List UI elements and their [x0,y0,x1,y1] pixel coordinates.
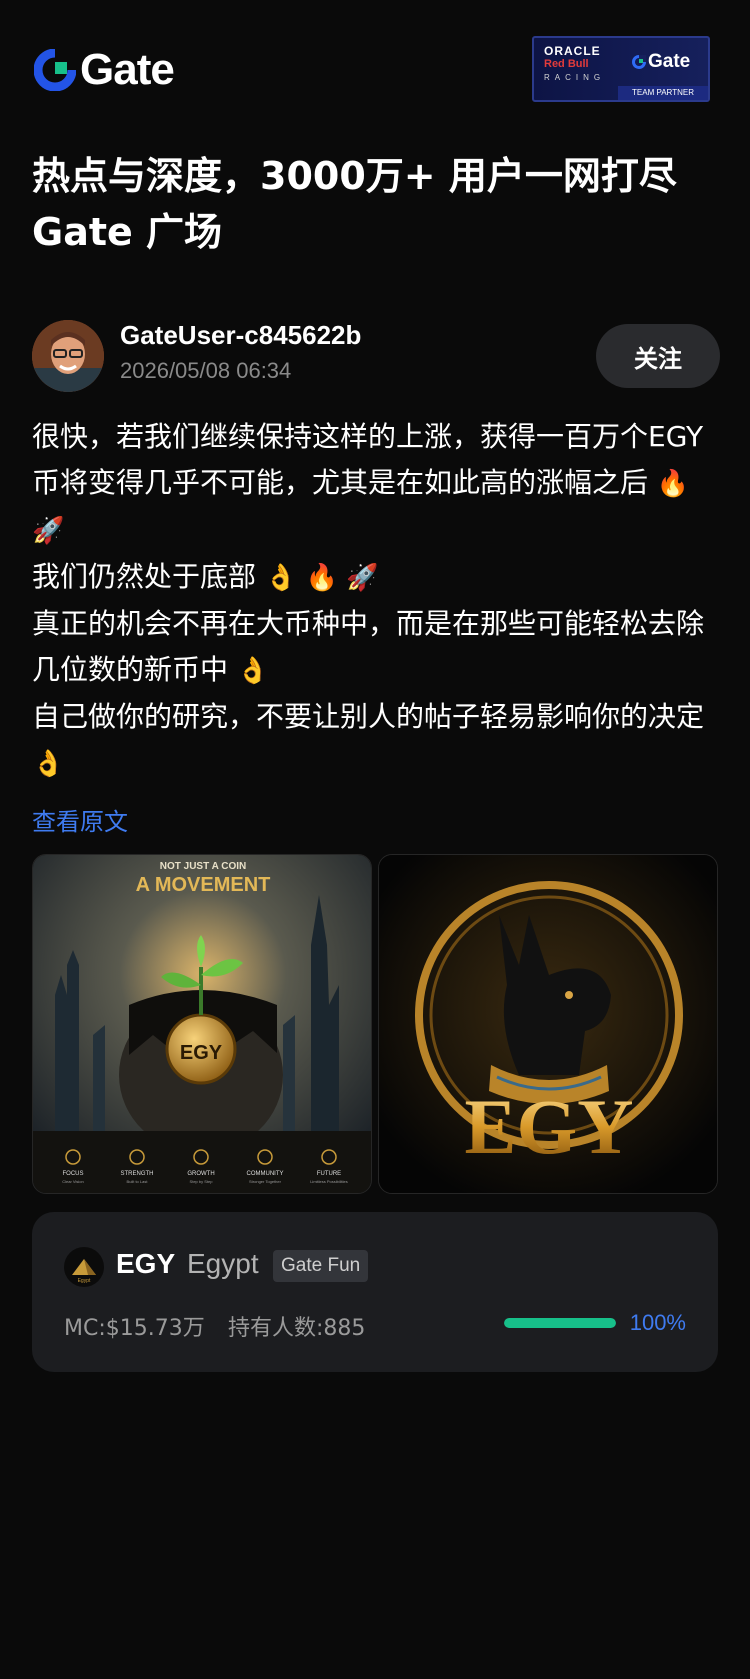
progress-percent: 100% [629,1310,686,1335]
headline-line-2: Gate 广场 [32,210,223,254]
view-original-link[interactable]: 查看原文 [32,802,128,837]
pillar-name: STRENGTH [121,1171,154,1177]
post-paragraph: 我们仍然处于底部 👌 🔥 🚀 [32,554,722,601]
ok-hand-emoji: 👌 [32,749,65,779]
token-name: Egypt [187,1248,259,1279]
post-image-egy-cat[interactable]: EGY [378,854,718,1194]
coin-label: EGY [180,1042,223,1064]
gate-logo-icon [632,55,646,69]
image-kicker: NOT JUST A COIN [160,861,246,872]
gate-logo[interactable]: Gate [34,44,175,96]
post-images: EGY NOT JUST A COIN A MOVEMENT FOCUS STR… [32,854,718,1194]
partner-line-1: ORACLE [544,44,601,58]
partner-tag: TEAM PARTNER [618,86,708,100]
image-title: A MOVEMENT [136,874,271,896]
movement-artwork: EGY NOT JUST A COIN A MOVEMENT FOCUS STR… [33,855,371,1193]
pillar-name: FUTURE [317,1171,341,1177]
image-title: EGY [464,1083,633,1170]
partner-brand: Gate [632,51,690,73]
market-cap: MC:$15.73万 [64,1316,205,1341]
avatar[interactable] [32,320,104,392]
headline-line-1: 热点与深度，3000万+ 用户一网打尽 [32,154,677,198]
post-paragraph: 很快，若我们继续保持这样的上涨，获得一百万个EGY币将变得几乎不可能，尤其是在如… [32,414,722,554]
partner-line-3: RACING [544,73,606,82]
ok-fire-rocket-emoji: 👌 🔥 🚀 [264,563,379,593]
progress-fill [504,1318,616,1328]
follow-button[interactable]: 关注 [596,324,720,388]
post-body: 很快，若我们继续保持这样的上涨，获得一百万个EGY币将变得几乎不可能，尤其是在如… [32,414,722,787]
token-icon: Egypt [64,1247,104,1287]
post-author: GateUser-c845622b 2026/05/08 06:34 关注 [32,318,720,392]
post-image-movement[interactable]: EGY NOT JUST A COIN A MOVEMENT FOCUS STR… [32,854,372,1194]
pillar-sub: Built to Last [127,1179,149,1184]
brand-name: Gate [80,45,175,94]
post-text: 很快，若我们继续保持这样的上涨，获得一百万个EGY币将变得几乎不可能，尤其是在如… [32,420,704,499]
pillar-name: FOCUS [63,1171,84,1177]
pillar-sub: Limitless Possibilities [310,1179,348,1184]
token-icon-text: Egypt [78,1278,91,1284]
pillar-sub: Clear Vision [62,1179,84,1184]
progress-bar [504,1318,616,1328]
header: Gate ORACLE Red Bull RACING Gate TEAM PA… [0,0,750,140]
holders-count: 持有人数:885 [228,1316,366,1341]
page-headline: 热点与深度，3000万+ 用户一网打尽 Gate 广场 [32,148,722,260]
post-paragraph: 真正的机会不再在大币种中，而是在那些可能轻松去除几位数的新币中 👌 [32,601,722,694]
token-ticker: EGY [116,1248,176,1279]
partner-brand-text: Gate [648,51,691,72]
post-date: 2026/05/08 06:34 [120,358,292,383]
token-card[interactable]: Egypt EGY Egypt Gate Fun MC:$15.73万 持有人数… [32,1212,718,1372]
token-tag: Gate Fun [273,1250,369,1282]
partner-banner[interactable]: ORACLE Red Bull RACING Gate TEAM PARTNER [532,36,710,102]
post-paragraph: 自己做你的研究，不要让别人的帖子轻易影响你的决定 👌 [32,694,722,787]
post-text: 自己做你的研究，不要让别人的帖子轻易影响你的决定 [32,700,705,733]
pillar-sub: Stronger Together [249,1179,282,1184]
pillar-name: COMMUNITY [247,1171,284,1177]
pyramid-icon: Egypt [72,1259,96,1284]
ok-hand-emoji: 👌 [236,656,270,686]
post-text: 真正的机会不再在大币种中，而是在那些可能轻松去除几位数的新币中 [32,607,705,686]
author-name[interactable]: GateUser-c845622b [120,320,361,351]
egy-cat-artwork: EGY [379,855,717,1193]
gate-logo-icon [34,49,76,91]
avatar-image [32,320,104,392]
partner-line-2: Red Bull [544,58,589,70]
post-text: 我们仍然处于底部 [32,560,257,593]
pillar-sub: Step by Step [190,1179,214,1184]
pillar-name: GROWTH [187,1171,214,1177]
